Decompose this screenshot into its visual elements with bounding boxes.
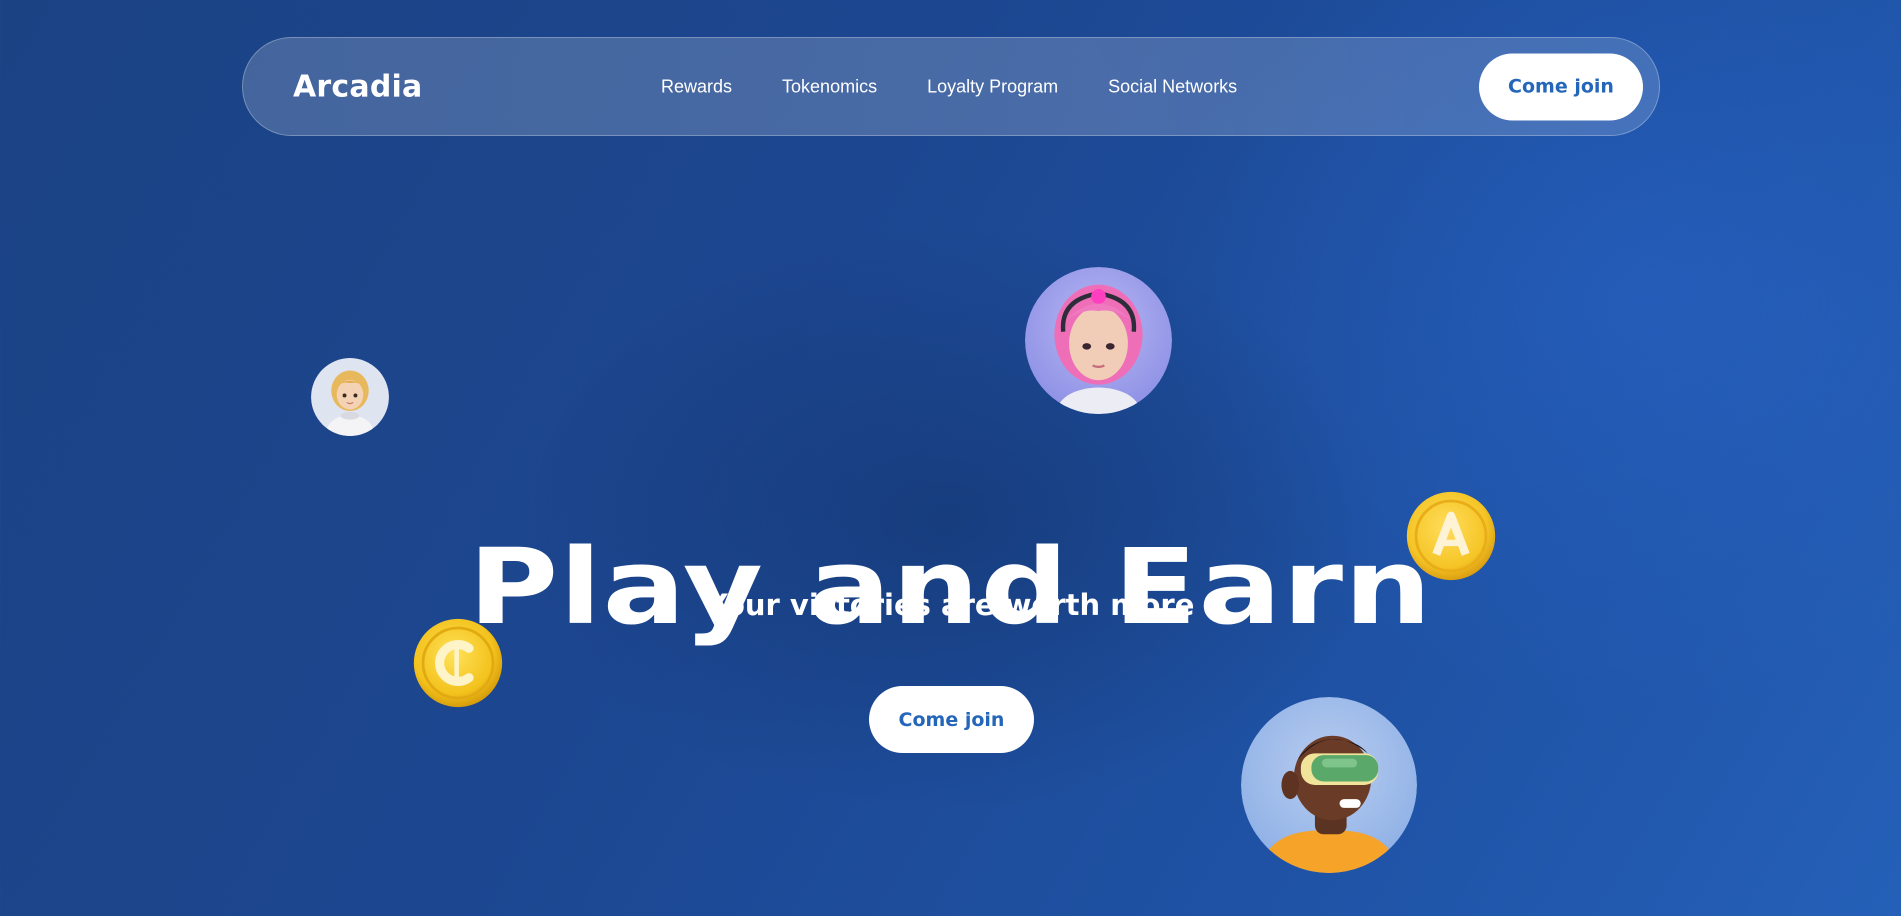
nav-link-loyalty-program[interactable]: Loyalty Program — [927, 76, 1058, 97]
nav-link-social-networks[interactable]: Social Networks — [1108, 76, 1237, 97]
header-come-join-button[interactable]: Come join — [1479, 53, 1643, 120]
hero-come-join-button[interactable]: Come join — [869, 686, 1034, 753]
blonde-girl-avatar — [311, 358, 389, 436]
pink-hair-girl-avatar — [1025, 267, 1172, 414]
top-navbar: Arcadia Rewards Tokenomics Loyalty Progr… — [242, 37, 1660, 136]
hero-subtitle: Your victories are worth more — [706, 588, 1195, 622]
logo[interactable]: Arcadia — [293, 69, 422, 104]
hero-title: Play and Earn — [468, 525, 1433, 648]
vr-headset-boy-avatar — [1241, 697, 1417, 873]
nav-link-tokenomics[interactable]: Tokenomics — [782, 76, 877, 97]
nav-links: Rewards Tokenomics Loyalty Program Socia… — [661, 76, 1237, 97]
nav-link-rewards[interactable]: Rewards — [661, 76, 732, 97]
